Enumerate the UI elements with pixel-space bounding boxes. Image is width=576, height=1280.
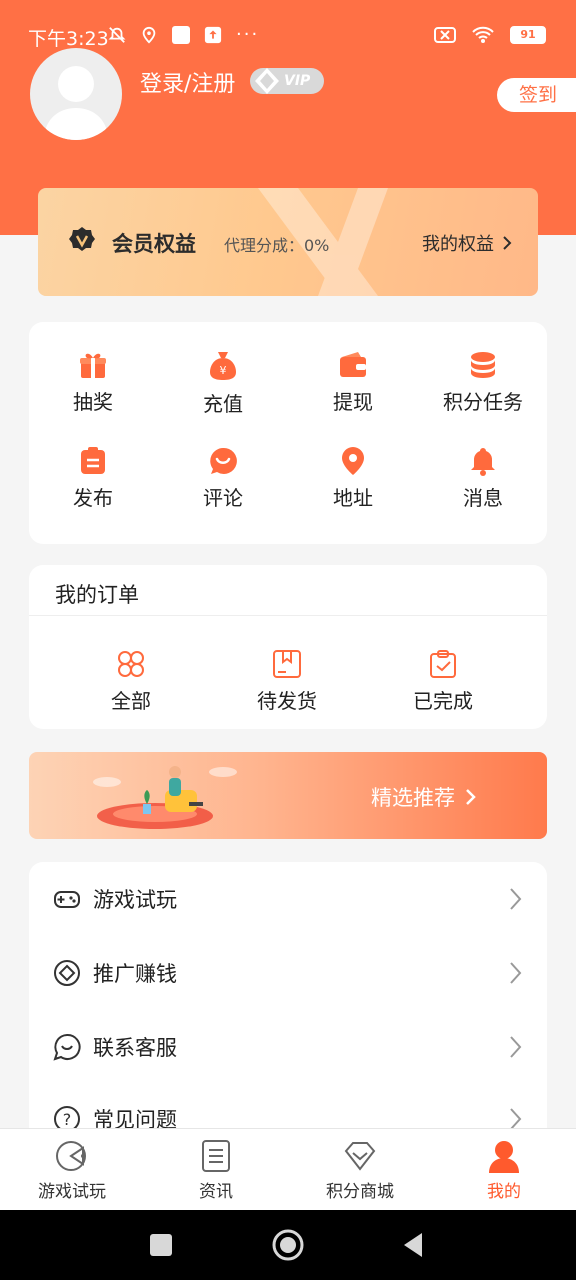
svg-text:?: ? (63, 1110, 72, 1129)
recents-button[interactable] (150, 1234, 172, 1256)
coins-icon (471, 352, 495, 378)
gift-icon (80, 353, 106, 378)
grid-item-label: 评论 (203, 486, 243, 510)
menu-item-label: 推广赚钱 (93, 962, 177, 986)
divider (29, 615, 547, 616)
menu-item-label: 游戏试玩 (93, 888, 177, 912)
wifi-icon (472, 26, 494, 43)
function-grid-card: 抽奖 ¥ 充值 提现 积分任务 发布 评论 地址 消息 (29, 322, 547, 544)
tab-label: 我的 (487, 1182, 521, 1202)
grid-item-recharge[interactable]: ¥ 充值 (163, 350, 283, 417)
vip-label: VIP (284, 73, 311, 89)
sign-in-button[interactable]: 签到 (497, 78, 576, 112)
tab-label: 资讯 (199, 1182, 233, 1202)
user-placeholder-icon (44, 66, 108, 140)
menu-item-label: 联系客服 (93, 1036, 177, 1060)
grid-item-address[interactable]: 地址 (293, 446, 413, 511)
grid-item-lottery[interactable]: 抽奖 (33, 350, 153, 415)
my-benefits-link[interactable]: 我的权益 (422, 230, 512, 256)
tab-label: 积分商城 (326, 1182, 394, 1202)
my-benefits-label: 我的权益 (422, 234, 494, 255)
grid-item-withdraw[interactable]: 提现 (293, 350, 413, 415)
system-navigation-bar (0, 1210, 576, 1280)
agent-share-text: 代理分成：0% (224, 236, 330, 255)
battery-indicator: 91 (510, 26, 546, 44)
menu-item-game-trial[interactable]: 游戏试玩 (29, 862, 547, 936)
order-label: 已完成 (413, 689, 473, 713)
menu-list-card: 游戏试玩 推广赚钱 联系客服 ? 常见问题 (29, 862, 547, 1162)
order-completed[interactable]: 已完成 (383, 649, 503, 714)
grid-item-label: 充值 (203, 392, 243, 416)
chevron-right-icon (510, 962, 522, 984)
app-status-icon (172, 25, 190, 44)
location-status-icon (142, 26, 156, 43)
grid-item-publish[interactable]: 发布 (33, 446, 153, 511)
diamond-tab-icon (344, 1142, 376, 1171)
grid-item-label: 抽奖 (73, 390, 113, 414)
chevron-right-icon (510, 1036, 522, 1058)
featured-recommend-banner[interactable]: 精选推荐 (29, 752, 547, 839)
chat-icon (53, 1033, 81, 1061)
status-time: 下午3:23 (28, 28, 109, 50)
news-tab-icon (202, 1140, 230, 1172)
login-register-link[interactable]: 登录/注册 (140, 66, 235, 98)
chevron-right-icon (466, 789, 476, 805)
tab-mine[interactable]: 我的 (444, 1139, 564, 1202)
promote-icon (54, 960, 80, 986)
grid-item-label: 地址 (333, 486, 373, 510)
vip-diamond-icon (255, 68, 279, 94)
grid-clover-icon (118, 651, 144, 677)
status-icons-right: 91 (434, 26, 546, 44)
order-all[interactable]: 全部 (71, 649, 191, 714)
grid-item-label: 提现 (333, 390, 373, 414)
avatar[interactable] (30, 48, 122, 140)
banner-link[interactable]: 精选推荐 (371, 782, 477, 812)
tab-news[interactable]: 资讯 (156, 1139, 276, 1202)
tab-game-trial[interactable]: 游戏试玩 (12, 1139, 132, 1202)
order-pending-shipment[interactable]: 待发货 (227, 649, 347, 714)
bell-icon (471, 448, 495, 476)
tab-points-mall[interactable]: 积分商城 (300, 1139, 420, 1202)
sim-off-icon (434, 27, 456, 43)
bottom-tab-bar: 游戏试玩 资讯 积分商城 我的 (0, 1128, 576, 1210)
mute-bell-icon (108, 26, 126, 43)
location-pin-icon (342, 447, 364, 475)
more-dots-icon: ··· (236, 24, 260, 45)
package-icon (273, 650, 301, 678)
wallet-icon (340, 352, 366, 377)
order-label: 全部 (111, 689, 151, 713)
grid-item-label: 发布 (73, 486, 113, 510)
game-tab-icon (56, 1141, 86, 1171)
banner-label: 精选推荐 (371, 786, 455, 810)
user-tab-icon (489, 1141, 519, 1173)
system-nav-buttons (150, 1229, 422, 1261)
clipboard-check-icon (430, 650, 456, 678)
chevron-right-icon (503, 236, 512, 250)
gamepad-icon (54, 891, 80, 908)
order-label: 待发货 (257, 689, 317, 713)
member-badge-icon (69, 227, 95, 251)
back-button[interactable] (404, 1233, 422, 1257)
grid-item-comment[interactable]: 评论 (163, 446, 283, 511)
member-title: 会员权益 (112, 232, 196, 256)
comment-icon (210, 447, 237, 474)
menu-item-customer-service[interactable]: 联系客服 (29, 1010, 547, 1084)
clipboard-icon (81, 447, 105, 474)
chevron-right-icon (510, 888, 522, 910)
tab-label: 游戏试玩 (38, 1182, 106, 1202)
status-icons-left: ··· (108, 24, 259, 45)
money-bag-icon: ¥ (210, 352, 236, 380)
svg-text:¥: ¥ (220, 364, 227, 377)
member-benefits-card[interactable]: 会员权益 代理分成：0% 我的权益 (38, 188, 538, 296)
upload-status-icon (204, 26, 222, 43)
vip-badge: VIP (250, 68, 324, 94)
grid-item-points-task[interactable]: 积分任务 (423, 350, 543, 415)
orders-title: 我的订单 (55, 583, 139, 607)
grid-item-message[interactable]: 消息 (423, 446, 543, 511)
banner-illustration (93, 766, 237, 829)
grid-item-label: 积分任务 (443, 390, 523, 414)
menu-item-promote-earn[interactable]: 推广赚钱 (29, 936, 547, 1010)
grid-item-label: 消息 (463, 486, 503, 510)
my-orders-card: 我的订单 全部 待发货 已完成 (29, 565, 547, 729)
